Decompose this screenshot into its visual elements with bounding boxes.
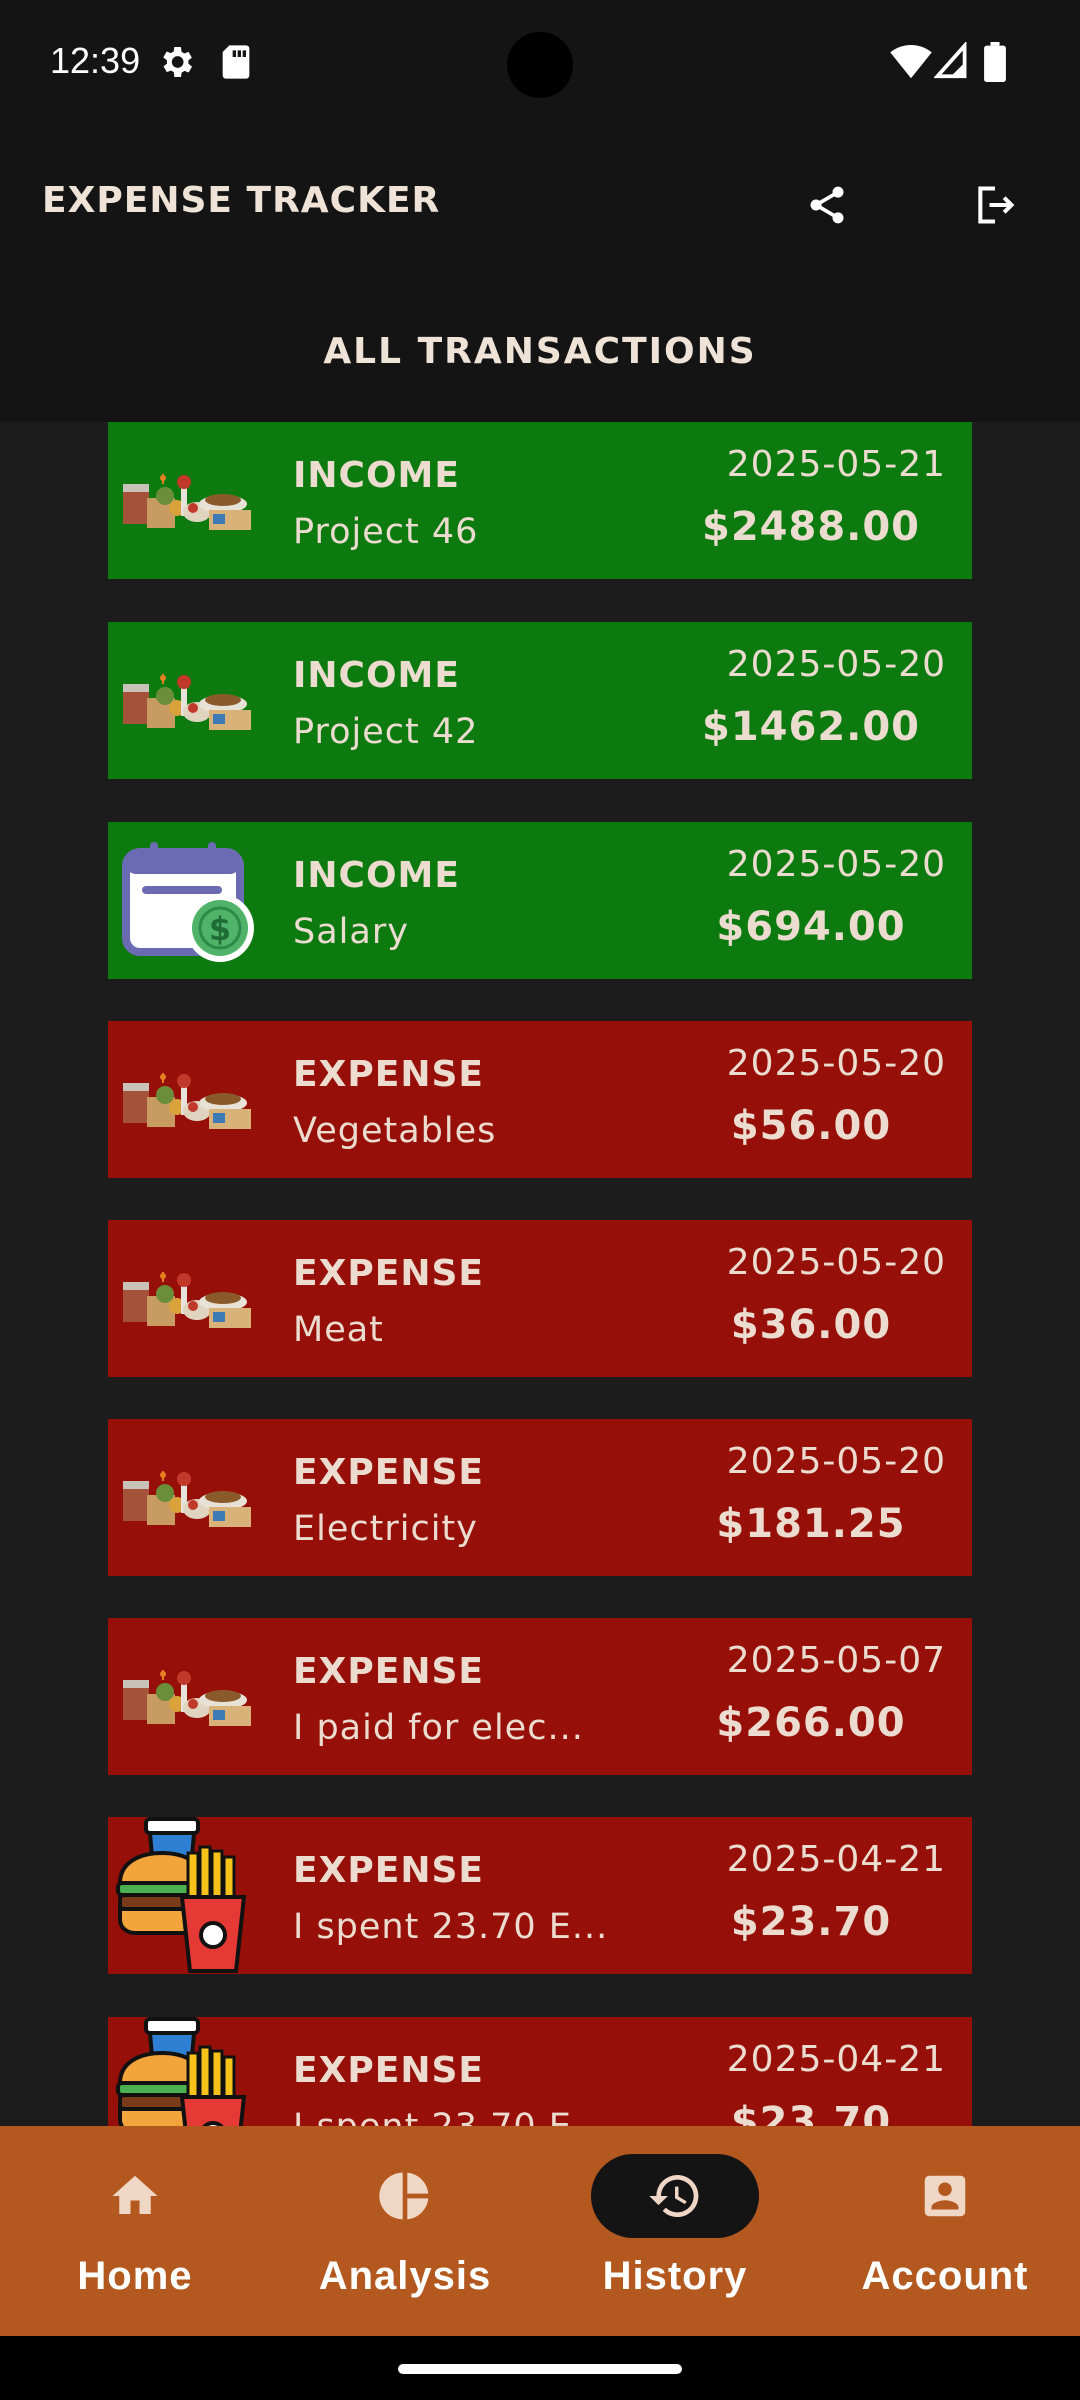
- transaction-date: 2025-05-21: [726, 444, 946, 485]
- transaction-amount: $181.25: [716, 1501, 906, 1547]
- app-title: EXPENSE TRACKER: [42, 180, 441, 221]
- transaction-type: INCOME: [293, 855, 460, 896]
- nav-pill-history: [591, 2154, 759, 2238]
- share-icon: [810, 186, 844, 224]
- transaction-type: EXPENSE: [293, 1253, 484, 1294]
- nav-label-analysis: Analysis: [318, 2254, 492, 2298]
- share-button[interactable]: [792, 170, 862, 240]
- camera-cutout: [507, 32, 573, 98]
- nav-item-analysis[interactable]: Analysis: [270, 2126, 540, 2336]
- transaction-description: Meat: [293, 1310, 384, 1350]
- transaction-type: EXPENSE: [293, 2050, 484, 2091]
- history-icon: [649, 2175, 699, 2217]
- transaction-amount: $23.70: [730, 1899, 892, 1945]
- section-title: ALL TRANSACTIONS: [323, 330, 757, 372]
- section-header: ALL TRANSACTIONS: [0, 280, 1080, 422]
- transaction-type: EXPENSE: [293, 1651, 484, 1692]
- transaction-type: EXPENSE: [293, 1850, 484, 1891]
- transaction-date: 2025-05-20: [726, 1043, 946, 1084]
- logout-icon: [978, 186, 1015, 224]
- app-bar: EXPENSE TRACKER: [0, 130, 1080, 280]
- status-time: 12:39: [50, 40, 141, 81]
- food-assortment-icon: [112, 1021, 264, 1178]
- food-assortment-icon: [112, 1419, 264, 1576]
- transaction-description: Project 46: [293, 512, 479, 552]
- transaction-card[interactable]: $ INCOME Salary 2025-05-20 $694.00: [108, 822, 972, 979]
- transactions-list[interactable]: INCOME Project 46 2025-05-21 $2488.00 IN…: [0, 422, 1080, 2126]
- transaction-date: 2025-05-20: [726, 644, 946, 685]
- transaction-date: 2025-05-07: [726, 1640, 946, 1681]
- fast-food-icon: [112, 1817, 264, 1974]
- transaction-amount: $36.00: [730, 1302, 892, 1348]
- transaction-type: INCOME: [293, 455, 460, 496]
- svg-text:$: $: [209, 910, 231, 948]
- wifi-icon: [890, 42, 932, 84]
- transaction-date: 2025-04-21: [726, 2039, 946, 2080]
- bottom-navigation: Home Analysis History Account: [0, 2126, 1080, 2336]
- battery-icon: [984, 42, 1006, 86]
- transaction-description: Vegetables: [293, 1111, 497, 1151]
- transaction-type: EXPENSE: [293, 1054, 484, 1095]
- nav-item-history[interactable]: History: [540, 2126, 810, 2336]
- transaction-amount: $23.70: [730, 2099, 892, 2126]
- nav-pill-analysis: [321, 2154, 489, 2238]
- transaction-description: Project 42: [293, 712, 479, 752]
- transaction-date: 2025-05-20: [726, 844, 946, 885]
- transaction-date: 2025-05-20: [726, 1441, 946, 1482]
- nav-pill-account: [861, 2154, 1029, 2238]
- transaction-amount: $56.00: [730, 1103, 892, 1149]
- sd-card-icon: [218, 42, 254, 86]
- nav-item-home[interactable]: Home: [0, 2126, 270, 2336]
- nav-label-account: Account: [861, 2254, 1029, 2298]
- food-assortment-icon: [112, 1220, 264, 1377]
- transaction-type: INCOME: [293, 655, 460, 696]
- transaction-description: I spent 23.70 E...: [293, 1907, 609, 1947]
- calendar-payment-icon: $: [112, 822, 264, 979]
- food-assortment-icon: [112, 1618, 264, 1775]
- transaction-description: Salary: [293, 912, 409, 952]
- transaction-amount: $2488.00: [701, 504, 921, 550]
- nav-pill-home: [51, 2154, 219, 2238]
- transaction-card[interactable]: EXPENSE Meat 2025-05-20 $36.00: [108, 1220, 972, 1377]
- cellular-signal-icon: [933, 40, 968, 84]
- transaction-date: 2025-04-21: [726, 1839, 946, 1880]
- transaction-card[interactable]: INCOME Project 46 2025-05-21 $2488.00: [108, 422, 972, 579]
- transaction-type: EXPENSE: [293, 1452, 484, 1493]
- transaction-description: Electricity: [293, 1509, 478, 1549]
- nav-label-home: Home: [77, 2254, 193, 2298]
- food-assortment-icon: [112, 622, 264, 779]
- transaction-amount: $1462.00: [701, 704, 921, 750]
- transaction-amount: $694.00: [716, 904, 906, 950]
- transaction-description: I spent 23.70 E...: [293, 2107, 608, 2126]
- logout-button[interactable]: [960, 170, 1030, 240]
- nav-label-history: History: [602, 2254, 748, 2298]
- transaction-description: I paid for elec...: [293, 1708, 584, 1748]
- transaction-card[interactable]: EXPENSE Electricity 2025-05-20 $181.25: [108, 1419, 972, 1576]
- account-icon: [924, 2175, 966, 2217]
- nav-item-account[interactable]: Account: [810, 2126, 1080, 2336]
- transaction-card[interactable]: INCOME Project 42 2025-05-20 $1462.00: [108, 622, 972, 779]
- transaction-card[interactable]: EXPENSE Vegetables 2025-05-20 $56.00: [108, 1021, 972, 1178]
- transaction-card[interactable]: EXPENSE I spent 23.70 E... 2025-04-21 $2…: [108, 2017, 972, 2126]
- settings-gear-icon: [156, 42, 196, 86]
- fast-food-icon: [112, 2017, 264, 2126]
- status-bar: 12:39: [0, 0, 1080, 130]
- transaction-card[interactable]: EXPENSE I spent 23.70 E... 2025-04-21 $2…: [108, 1817, 972, 1974]
- gesture-navigation-handle[interactable]: [398, 2364, 682, 2374]
- pie-chart-icon: [379, 2172, 429, 2220]
- transaction-date: 2025-05-20: [726, 1242, 946, 1283]
- food-assortment-icon: [112, 422, 264, 579]
- home-icon: [112, 2175, 158, 2214]
- transaction-card[interactable]: EXPENSE I paid for elec... 2025-05-07 $2…: [108, 1618, 972, 1775]
- transaction-amount: $266.00: [716, 1700, 906, 1746]
